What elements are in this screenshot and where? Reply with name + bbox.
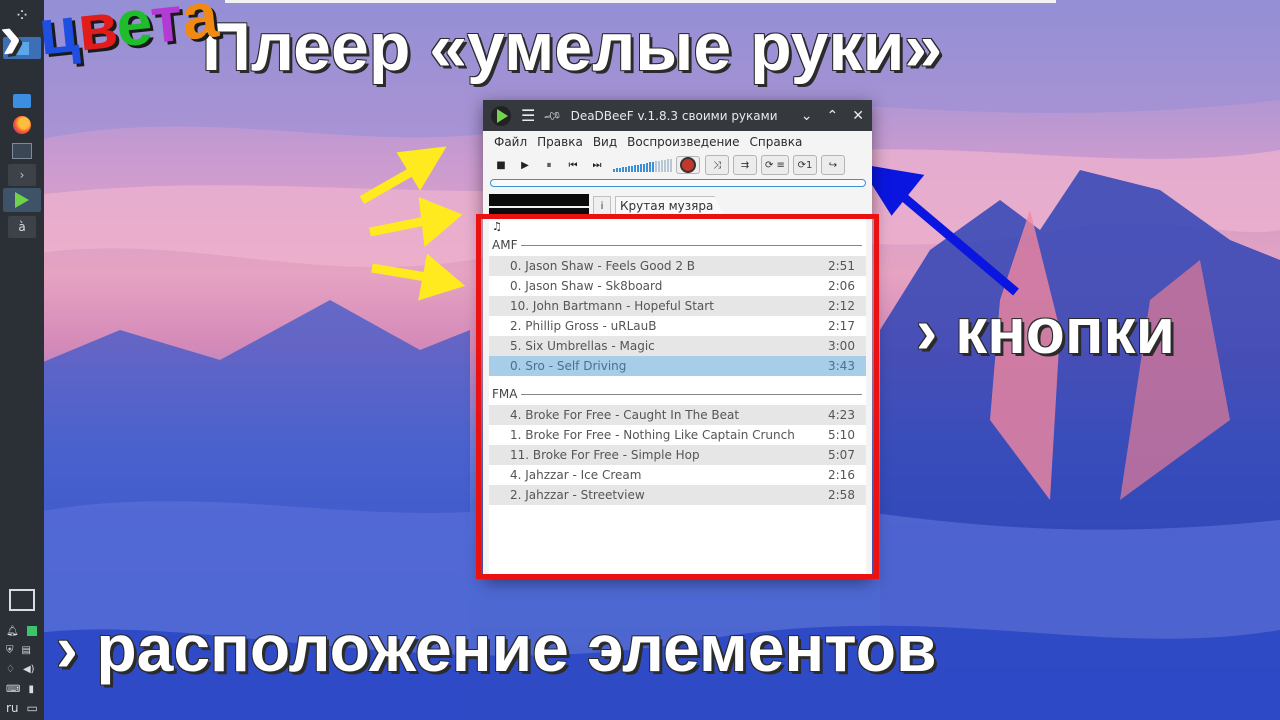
cursor-follows-button[interactable]: ↪ <box>820 155 845 175</box>
clipboard-icon[interactable]: ▤ <box>22 645 31 656</box>
volume-bar-segment <box>637 164 639 172</box>
caption-colors-marker: › <box>0 0 25 73</box>
playlist-tab[interactable]: Крутая музяра <box>615 196 724 216</box>
highlight-frame <box>476 214 879 579</box>
playback-mode-buttons: ⤨ ⇉ ⟳ ≡ ⟳1 ↪ <box>705 155 845 175</box>
deadbeef-taskbar-icon[interactable] <box>3 188 41 212</box>
volume-slider[interactable] <box>613 158 672 172</box>
window-titlebar[interactable]: ☰ 📌︎ DeaDBeeF v.1.8.3 своими руками ⌄ ⌃ … <box>483 100 872 131</box>
system-monitor-icon[interactable] <box>26 626 37 636</box>
menu-edit[interactable]: Правка <box>532 135 588 149</box>
tray-row-notifications: 🔔︎ <box>6 626 37 637</box>
volume-bar-segment <box>670 158 672 172</box>
play-button[interactable]: ▶ <box>513 155 537 175</box>
hamburger-menu-icon[interactable]: ☰ <box>521 106 535 125</box>
bulb-icon[interactable]: ♢ <box>6 664 15 675</box>
caption-colors-letter: в <box>74 0 121 65</box>
firefox-icon[interactable] <box>8 114 36 136</box>
volume-bar-segment <box>649 162 651 172</box>
display-icon[interactable]: ▭ <box>27 701 38 715</box>
volume-bar-segment <box>664 159 666 172</box>
window-title: DeaDBeeF v.1.8.3 своими руками <box>570 108 778 123</box>
language-indicator[interactable]: ru <box>6 701 19 715</box>
fonts-app-icon[interactable]: à <box>8 216 36 238</box>
caption-colors-letter: т <box>147 0 186 57</box>
info-button[interactable]: i <box>593 196 611 216</box>
tray-row-audio: ♢ ◀) <box>6 664 35 675</box>
next-button[interactable]: ⏭ <box>585 155 609 175</box>
close-icon[interactable]: ✕ <box>852 108 864 124</box>
tray-row-input: ⌨ ▮ <box>6 684 34 695</box>
volume-bar-segment <box>655 161 657 172</box>
volume-bar-segment <box>661 160 663 172</box>
volume-bar-segment <box>634 165 636 172</box>
volume-bar-segment <box>643 163 645 172</box>
volume-bar-segment <box>613 169 615 172</box>
window-controls: ⌄ ⌃ ✕ <box>801 100 864 131</box>
volume-icon[interactable]: ◀) <box>23 664 35 675</box>
deadbeef-app-icon <box>491 105 511 126</box>
pause-button[interactable]: ⏸ <box>537 155 561 175</box>
seek-bar[interactable] <box>490 179 866 187</box>
order-button[interactable]: ⇉ <box>733 155 757 175</box>
repeat-one-button[interactable]: ⟳1 <box>792 155 817 175</box>
caption-colors-letter: а <box>178 0 222 54</box>
terminal-icon[interactable]: › <box>8 164 36 186</box>
maximize-icon[interactable]: ⌃ <box>827 108 839 124</box>
caption-buttons: › кнопки <box>916 295 1175 367</box>
pin-icon[interactable]: 📌︎ <box>543 105 564 125</box>
keyboard-icon[interactable]: ⌨ <box>6 684 20 695</box>
volume-bar-segment <box>625 166 627 172</box>
volume-bar-segment <box>658 160 660 172</box>
caption-layout: › расположение элементов <box>56 611 937 685</box>
previous-button[interactable]: ⏮ <box>561 155 585 175</box>
volume-bar-segment <box>619 167 621 172</box>
mute-button[interactable] <box>676 156 700 174</box>
volume-bar-segment <box>616 168 618 172</box>
volume-bar-segment <box>667 159 669 172</box>
volume-bar-segment <box>652 161 654 172</box>
minimize-icon[interactable]: ⌄ <box>801 108 813 124</box>
shuffle-button[interactable]: ⤨ <box>705 155 729 175</box>
files-icon[interactable] <box>8 90 36 112</box>
repeat-all-button[interactable]: ⟳ ≡ <box>761 155 789 175</box>
toolbar: ■ ▶ ⏸ ⏮ ⏭ ⤨ ⇉ ⟳ ≡ ⟳1 ↪ <box>483 153 872 177</box>
menu-view[interactable]: Вид <box>588 135 622 149</box>
battery-icon[interactable]: ▮ <box>28 684 34 695</box>
volume-bar-segment <box>628 166 630 172</box>
show-desktop-icon[interactable] <box>9 589 35 611</box>
taskbar: ⁘ › à 🔔︎ ⛨ ▤ ♢ ◀) ⌨ ▮ ru ▭ <box>0 0 44 720</box>
stop-button[interactable]: ■ <box>489 155 513 175</box>
volume-bar-segment <box>631 165 633 172</box>
shield-icon[interactable]: ⛨ <box>6 645 14 656</box>
text-editor-icon[interactable] <box>8 140 36 162</box>
bell-icon[interactable]: 🔔︎ <box>6 626 19 637</box>
menu-playback[interactable]: Воспроизведение <box>622 135 744 149</box>
volume-bar-segment <box>622 167 624 172</box>
volume-bar-segment <box>640 164 642 172</box>
tray-row-security: ⛨ ▤ <box>6 645 31 656</box>
menu-file[interactable]: Файл <box>489 135 532 149</box>
volume-bar-segment <box>646 162 648 172</box>
menubar: Файл Правка Вид Воспроизведение Справка <box>483 131 872 153</box>
caption-colors-letter: е <box>112 0 155 61</box>
menu-help[interactable]: Справка <box>744 135 807 149</box>
tray-row-language: ru ▭ <box>6 701 38 715</box>
